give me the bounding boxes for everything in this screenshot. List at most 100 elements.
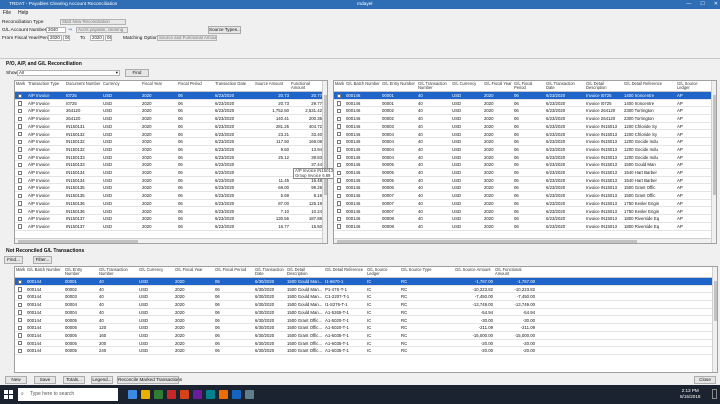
reconcile-marked-button[interactable]: Reconcile Marked Transactions — [117, 376, 182, 384]
table-row[interactable]: A/P Invoice IN150135 USD 2020 06 6/23/2020 69.… — [15, 184, 327, 193]
table-row[interactable]: 000146 00002 40 USD 2020 06 6/23/2020 Invoice 2… — [334, 115, 716, 123]
ap-grid-hscrollbar[interactable] — [15, 238, 322, 243]
table-row[interactable]: A/P Invoice I0725 USD 2020 06 6/23/2020 20.73 2… — [15, 100, 327, 108]
mark-checkbox[interactable] — [18, 209, 23, 214]
gl-transactions-grid[interactable]: Mark G/L Batch Number G/L Entry Number G/L … — [333, 80, 717, 244]
taskbar-app-icon[interactable] — [141, 390, 150, 399]
column-header[interactable]: Mark — [335, 81, 345, 92]
mark-checkbox[interactable] — [18, 155, 23, 160]
mark-checkbox[interactable] — [18, 185, 23, 191]
taskbar-app-icon[interactable] — [193, 390, 202, 399]
save-button[interactable]: Save — [34, 376, 56, 384]
find-gl-button[interactable]: Find... — [4, 256, 23, 264]
taskbar-app-icon[interactable] — [232, 390, 241, 399]
mark-checkbox[interactable] — [18, 216, 23, 222]
column-header[interactable]: Mark — [16, 81, 27, 92]
column-header[interactable]: G/L Detail Reference — [325, 267, 365, 278]
column-header[interactable]: G/L Detail Description — [586, 81, 622, 92]
mark-checkbox[interactable] — [18, 201, 23, 206]
mark-checkbox[interactable] — [18, 132, 23, 137]
column-header[interactable]: Functional Amount — [291, 81, 322, 92]
table-row[interactable]: 000144 00003 40 USD 2020 06 6/30/2020 1500 Goul… — [15, 293, 717, 302]
matching-options-field[interactable]: Source and Functional Amounts — [157, 35, 217, 41]
table-row[interactable]: 000144 00005 240 USD 2020 06 6/30/2020 1500 Gra… — [15, 347, 717, 355]
maximize-button[interactable]: ☐ — [700, 1, 704, 7]
mark-checkbox[interactable] — [18, 139, 23, 145]
mark-checkbox[interactable] — [18, 341, 23, 346]
mark-checkbox[interactable] — [18, 318, 23, 323]
column-header[interactable]: Mark — [16, 267, 26, 278]
column-header[interactable]: G/L Batch Number — [27, 267, 63, 278]
to-year-field[interactable]: 2020 — [90, 35, 104, 41]
mark-checkbox[interactable] — [337, 224, 342, 229]
table-row[interactable]: 000146 00001 40 USD 2020 06 6/23/2020 Invoice I… — [334, 92, 716, 100]
column-header[interactable]: G/L Fiscal Year — [484, 81, 512, 92]
column-header[interactable]: G/L Entry Number — [382, 81, 416, 92]
gl-account-field[interactable]: 2040 — [46, 27, 66, 33]
table-row[interactable]: 000144 00005 120 USD 2020 06 6/30/2020 1500 Gra… — [15, 324, 717, 332]
mark-checkbox[interactable] — [18, 101, 23, 106]
table-row[interactable]: A/P Invoice IN150133 USD 2020 06 6/23/2020 25.… — [15, 154, 327, 162]
windows-start-icon[interactable] — [4, 390, 13, 399]
mark-checkbox[interactable] — [18, 287, 23, 292]
column-header[interactable]: Currency — [103, 81, 141, 92]
column-header[interactable]: G/L Entry Number — [65, 267, 97, 278]
table-row[interactable]: 000144 00004 40 USD 2020 06 6/30/2020 1500 Goul… — [15, 309, 717, 317]
table-row[interactable]: 000144 00005 200 USD 2020 06 6/30/2020 1500 Gra… — [15, 340, 717, 348]
column-header[interactable]: Transaction Type — [28, 81, 64, 92]
taskbar-app-icon[interactable] — [180, 390, 189, 399]
mark-checkbox[interactable] — [18, 178, 23, 183]
column-header[interactable]: Document Number — [66, 81, 101, 92]
table-row[interactable]: A/P Invoice IN150132 USD 2020 06 6/23/2020 117… — [15, 138, 327, 146]
column-header[interactable]: Source Amount — [255, 81, 289, 92]
mark-checkbox[interactable] — [337, 93, 342, 98]
not-reconciled-scrollbar[interactable] — [712, 267, 717, 372]
taskbar-app-icon[interactable] — [206, 390, 215, 399]
column-header[interactable]: G/L Detail Description — [287, 267, 323, 278]
table-row[interactable]: 000146 00002 40 USD 2020 06 6/23/2020 Invoice 2… — [334, 107, 716, 116]
column-header[interactable]: G/L Source Ledger — [677, 81, 707, 92]
column-header[interactable]: G/L Detail Reference — [624, 81, 674, 92]
taskbar-app-icon[interactable] — [167, 390, 176, 399]
table-row[interactable]: 000146 00005 40 USD 2020 06 6/23/2020 Invoice I… — [334, 161, 716, 169]
mark-checkbox[interactable] — [18, 170, 23, 175]
mark-checkbox[interactable] — [18, 108, 23, 114]
table-row[interactable]: 000144 00001 40 USD 2020 06 6/30/2020 1500 Goul… — [15, 278, 717, 286]
notification-icon[interactable] — [712, 389, 717, 399]
filter-button[interactable]: Filter... — [33, 256, 52, 264]
mark-checkbox[interactable] — [337, 155, 342, 160]
ap-grid-scrollbar[interactable] — [322, 81, 327, 243]
table-row[interactable]: A/P InvoiceIN150134USD2020066/23/202037.… — [15, 169, 327, 177]
mark-checkbox[interactable] — [18, 147, 23, 152]
totals-button[interactable]: Totals... — [63, 376, 85, 384]
mark-checkbox[interactable] — [18, 162, 23, 168]
table-row[interactable]: 000146 00004 40 USD 2020 06 6/23/2020 Invoice I… — [334, 131, 716, 139]
column-header[interactable]: G/L Fiscal Year — [175, 267, 213, 278]
mark-checkbox[interactable] — [337, 216, 342, 222]
table-row[interactable]: A/P Invoice IN150133 USD 2020 06 6/23/2020 37.… — [15, 161, 327, 169]
column-header[interactable]: G/L Currency — [139, 267, 173, 278]
taskbar-app-icon[interactable] — [245, 390, 254, 399]
recon-type-field[interactable]: Start New Reconciliation — [60, 19, 126, 25]
mark-checkbox[interactable] — [18, 93, 23, 98]
mark-checkbox[interactable] — [18, 279, 23, 284]
show-select[interactable]: All ▾ — [17, 70, 120, 76]
gl-grid-scrollbar[interactable] — [711, 81, 716, 243]
mark-checkbox[interactable] — [18, 348, 23, 354]
mark-checkbox[interactable] — [337, 201, 342, 206]
mark-checkbox[interactable] — [337, 185, 342, 191]
table-row[interactable]: A/P Invoice IN150135 USD 2020 06 6/23/2020 5.6… — [15, 192, 327, 200]
from-period-field[interactable]: 06 — [63, 35, 70, 41]
close-button[interactable]: Close — [694, 376, 716, 384]
ap-transactions-grid[interactable]: Mark Transaction Type Document Number Curre… — [14, 80, 328, 244]
mark-checkbox[interactable] — [337, 170, 342, 175]
column-header[interactable]: G/L Transaction Number — [418, 81, 450, 92]
source-types-button[interactable]: Source Types... — [208, 26, 241, 34]
mark-checkbox[interactable] — [18, 310, 23, 315]
table-row[interactable]: 000144 00002 40 USD 2020 06 6/30/2020 1500 Goul… — [15, 286, 717, 294]
mark-checkbox[interactable] — [337, 124, 342, 129]
table-row[interactable]: 000144 00005 160 USD 2020 06 6/30/2020 1500 Gra… — [15, 332, 717, 340]
lookup-icon[interactable]: ⇒ — [68, 27, 72, 33]
table-row[interactable]: A/P Invoice IN150131 USD 2020 06 6/23/2020 281… — [15, 123, 327, 131]
column-header[interactable]: G/L Source Ledger — [367, 267, 399, 278]
